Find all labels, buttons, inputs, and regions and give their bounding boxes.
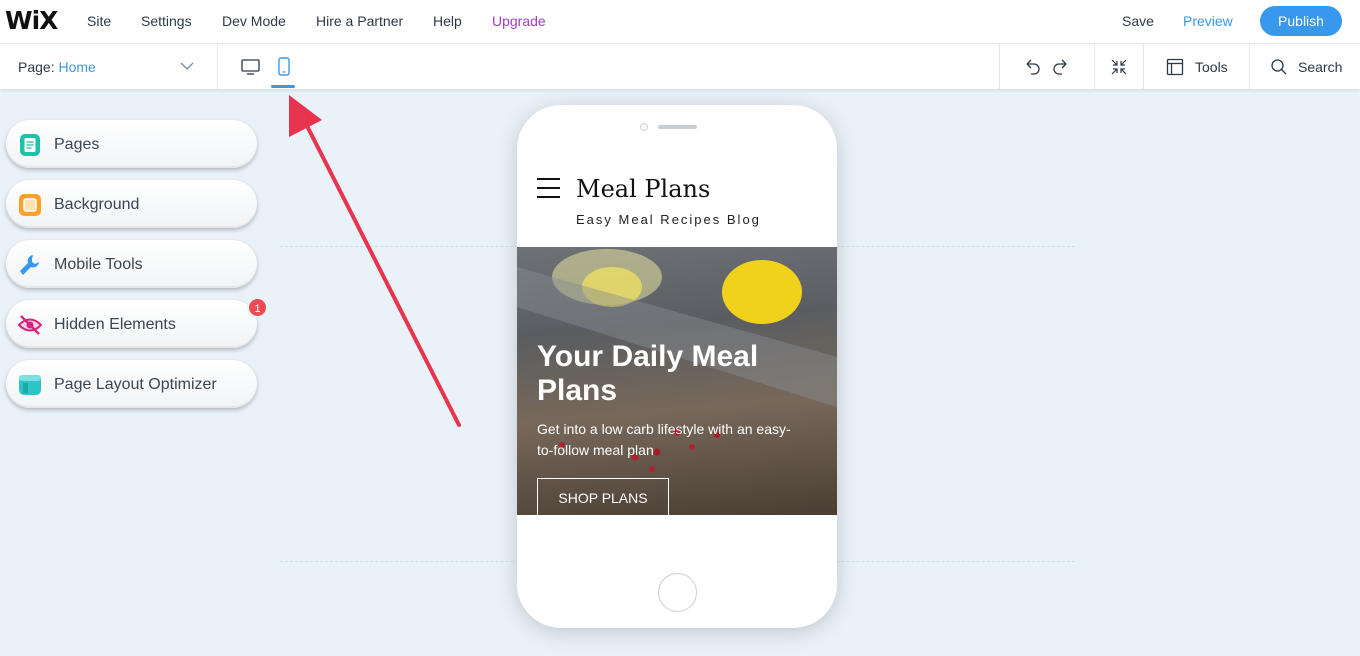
annotation-arrow xyxy=(289,95,461,427)
